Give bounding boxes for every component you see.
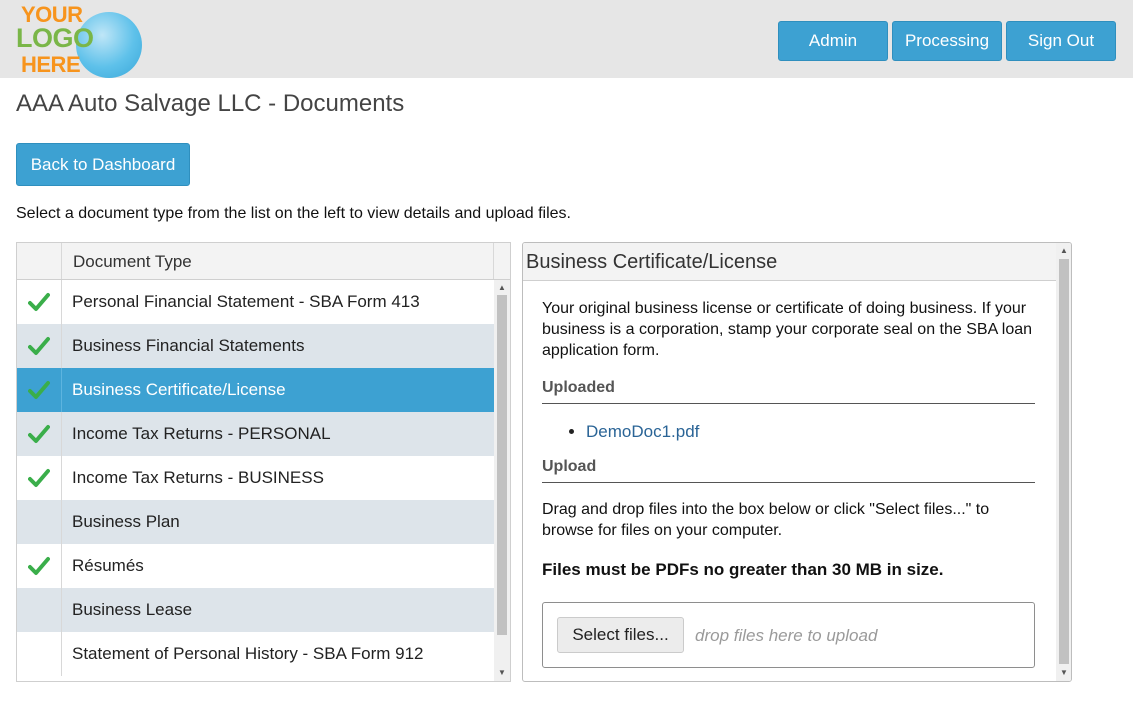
document-type-label: Business Certificate/License bbox=[72, 380, 286, 399]
select-files-button[interactable]: Select files... bbox=[557, 617, 684, 653]
panel-header: Business Certificate/License bbox=[523, 243, 1056, 281]
back-to-dashboard-button[interactable]: Back to Dashboard bbox=[16, 143, 190, 186]
document-type-row[interactable]: Business Certificate/License bbox=[17, 368, 494, 412]
grid-header-scroll-cell bbox=[493, 243, 510, 279]
upload-instructions: Drag and drop files into the box below o… bbox=[542, 501, 990, 539]
document-description: Your original business license or certif… bbox=[542, 300, 1033, 359]
document-type-row[interactable]: Business Lease bbox=[17, 588, 494, 632]
document-type-row[interactable]: Personal Financial Statement - SBA Form … bbox=[17, 280, 494, 324]
upload-rule: Files must be PDFs no greater than 30 MB… bbox=[542, 560, 944, 579]
drop-hint-text: drop files here to upload bbox=[695, 626, 878, 645]
row-status-cell bbox=[17, 588, 62, 632]
check-icon bbox=[28, 337, 50, 355]
row-status-cell bbox=[17, 544, 62, 588]
row-status-cell bbox=[17, 412, 62, 456]
sign-out-button[interactable]: Sign Out bbox=[1006, 21, 1116, 61]
check-icon bbox=[28, 425, 50, 443]
document-type-label: Résumés bbox=[72, 556, 144, 575]
document-type-grid: Document Type Personal Financial Stateme… bbox=[16, 242, 511, 682]
panel-title: Business Certificate/License bbox=[526, 251, 778, 273]
document-type-row[interactable]: Income Tax Returns - BUSINESS bbox=[17, 456, 494, 500]
check-icon bbox=[28, 469, 50, 487]
scroll-down-icon[interactable]: ▼ bbox=[494, 668, 510, 678]
document-type-row[interactable]: Business Plan bbox=[17, 500, 494, 544]
check-icon bbox=[28, 381, 50, 399]
grid-header: Document Type bbox=[17, 243, 510, 280]
document-type-label: Business Lease bbox=[72, 600, 193, 619]
panel-scrollbar-thumb[interactable] bbox=[1059, 259, 1069, 664]
uploaded-file-link[interactable]: DemoDoc1.pdf bbox=[586, 422, 699, 441]
document-type-label: Statement of Personal History - SBA Form… bbox=[72, 644, 424, 663]
check-icon bbox=[28, 557, 50, 575]
panel-scrollbar[interactable]: ▲ ▼ bbox=[1056, 243, 1071, 681]
uploaded-section-label: Uploaded bbox=[542, 379, 1035, 404]
logo: YOUR LOGO HERE bbox=[16, 4, 142, 78]
admin-button[interactable]: Admin bbox=[778, 21, 888, 61]
panel-body: Your original business license or certif… bbox=[542, 298, 1035, 668]
upload-section-label: Upload bbox=[542, 458, 1035, 483]
row-status-cell bbox=[17, 280, 62, 324]
grid-scrollbar-thumb[interactable] bbox=[497, 295, 507, 635]
document-type-row[interactable]: Income Tax Returns - PERSONAL bbox=[17, 412, 494, 456]
document-type-row[interactable]: Résumés bbox=[17, 544, 494, 588]
instructions-text: Select a document type from the list on … bbox=[16, 205, 571, 222]
panel-scroll-up-icon[interactable]: ▲ bbox=[1056, 246, 1071, 256]
document-type-label: Business Financial Statements bbox=[72, 336, 305, 355]
document-type-label: Income Tax Returns - BUSINESS bbox=[72, 468, 324, 487]
row-status-cell bbox=[17, 456, 62, 500]
file-drop-zone[interactable]: Select files... drop files here to uploa… bbox=[542, 602, 1035, 668]
panel-scroll-down-icon[interactable]: ▼ bbox=[1056, 668, 1071, 678]
grid-rows: Personal Financial Statement - SBA Form … bbox=[17, 280, 494, 676]
uploaded-file-list: DemoDoc1.pdf bbox=[542, 422, 1035, 442]
document-type-row[interactable]: Business Financial Statements bbox=[17, 324, 494, 368]
top-bar: YOUR LOGO HERE Admin Processing Sign Out bbox=[0, 0, 1133, 78]
row-status-cell bbox=[17, 500, 62, 544]
row-status-cell bbox=[17, 632, 62, 676]
logo-line-3: HERE bbox=[21, 52, 81, 77]
scroll-up-icon[interactable]: ▲ bbox=[494, 283, 510, 293]
grid-header-check-cell bbox=[17, 243, 62, 279]
logo-line-2: LOGO bbox=[16, 23, 94, 53]
document-detail-panel: Business Certificate/License Your origin… bbox=[522, 242, 1072, 682]
document-type-label: Personal Financial Statement - SBA Form … bbox=[72, 292, 420, 311]
grid-scrollbar[interactable]: ▲ ▼ bbox=[494, 280, 510, 681]
check-icon bbox=[28, 293, 50, 311]
page-title: AAA Auto Salvage LLC - Documents bbox=[16, 90, 405, 117]
document-type-label: Business Plan bbox=[72, 512, 180, 531]
processing-button[interactable]: Processing bbox=[892, 21, 1002, 61]
uploaded-file-item: DemoDoc1.pdf bbox=[586, 422, 1035, 442]
grid-header-document-type: Document Type bbox=[73, 252, 192, 271]
row-status-cell bbox=[17, 368, 62, 412]
document-type-label: Income Tax Returns - PERSONAL bbox=[72, 424, 331, 443]
row-status-cell bbox=[17, 324, 62, 368]
document-type-row[interactable]: Statement of Personal History - SBA Form… bbox=[17, 632, 494, 676]
